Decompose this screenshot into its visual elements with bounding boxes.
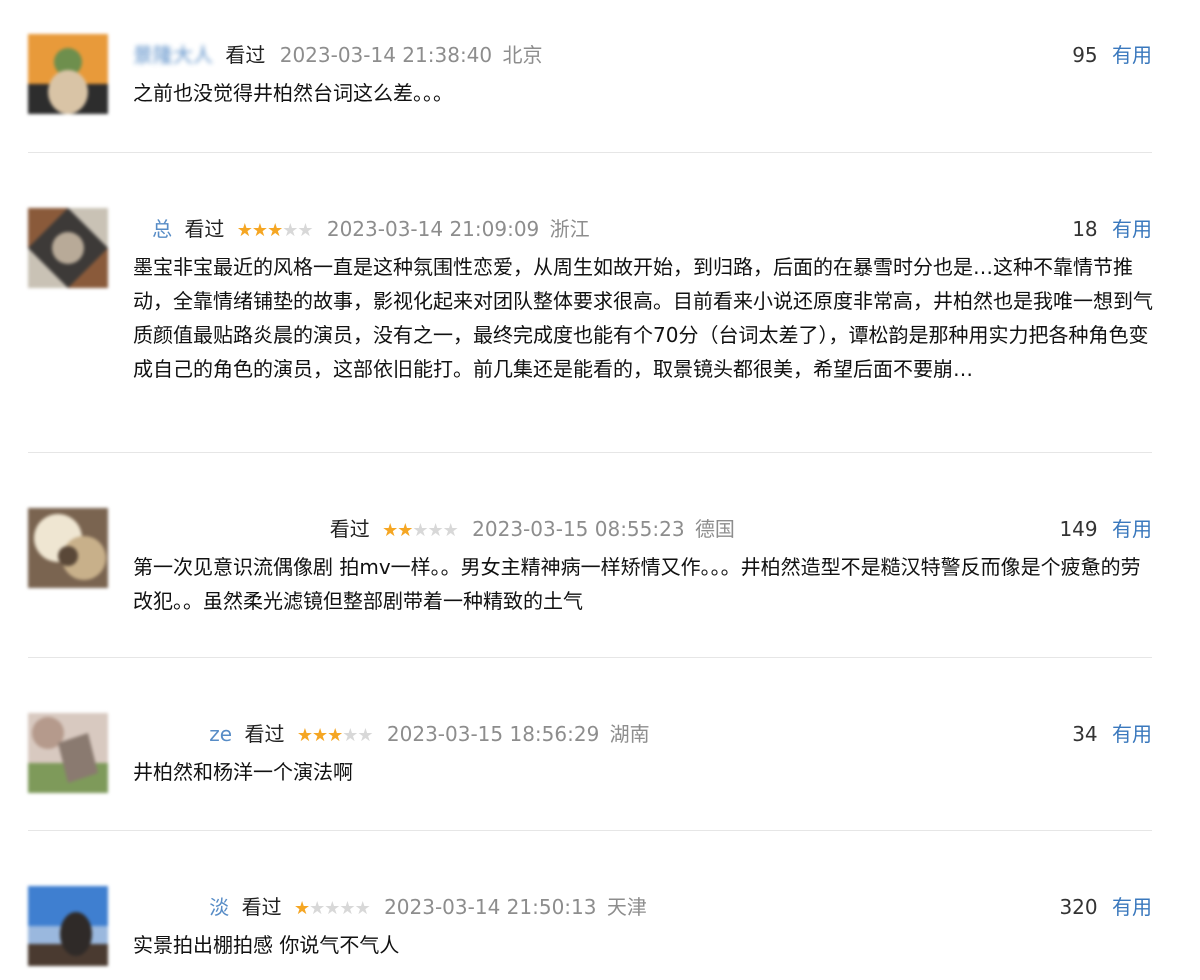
comment-text: 第一次见意识流偶像剧 拍mv一样。。男女主精神病一样矫情又作。。。井柏然造型不是… xyxy=(133,555,1141,613)
vote-count: 18 xyxy=(1072,217,1098,241)
vote-area: 149 有用 xyxy=(1059,512,1152,546)
comment-location: 浙江 xyxy=(549,217,590,241)
username-link[interactable]: 淡 xyxy=(133,895,229,919)
star-rating: ★★★★★ xyxy=(382,520,459,541)
user-avatar[interactable] xyxy=(28,713,108,793)
star-empty-icon: ★★★ xyxy=(412,520,458,541)
user-avatar[interactable] xyxy=(28,34,108,114)
star-rating: ★★★★★ xyxy=(236,220,314,241)
user-avatar[interactable] xyxy=(28,208,108,288)
comment-header: 淡 看过 ★★★★★ 2023-03-14 21:50:13 天津 xyxy=(133,890,1152,924)
vote-count: 34 xyxy=(1072,722,1098,746)
comment-location: 湖南 xyxy=(609,722,650,746)
useful-button[interactable]: 有用 xyxy=(1112,517,1152,541)
comment-header: ​ 总 看过 ★★★★★ 2023-03-14 21:09:09 浙江 xyxy=(133,212,1152,246)
comment-timestamp: 2023-03-14 21:50:13 xyxy=(384,895,597,919)
divider xyxy=(28,152,1152,153)
star-empty-icon: ★★ xyxy=(282,220,313,241)
username-link[interactable]: 景隆大人 xyxy=(133,43,213,67)
comment-location: 德国 xyxy=(694,517,735,541)
comment-text: 墨宝非宝最近的风格一直是这种氛围性恋爱，从周生如故开始，到归路，后面的在暴雪时分… xyxy=(133,255,1153,381)
vote-area: 34 有用 xyxy=(1072,717,1152,751)
comment-list: 景隆大人 看过 2023-03-14 21:38:40 北京 95 有用 之前也… xyxy=(0,0,1200,980)
star-filled-icon: ★★★ xyxy=(236,220,283,241)
vote-count: 320 xyxy=(1059,895,1098,919)
watch-status: 看过 xyxy=(244,722,285,746)
vote-count: 149 xyxy=(1059,517,1098,541)
vote-area: 18 有用 xyxy=(1072,212,1152,246)
star-filled-icon: ★★ xyxy=(382,520,413,541)
comment-text: 之前也没觉得井柏然台词这么差。。。 xyxy=(133,81,453,105)
comment-timestamp: 2023-03-15 18:56:29 xyxy=(386,722,600,746)
useful-button[interactable]: 有用 xyxy=(1112,722,1152,746)
comment-text: 实景拍出棚拍感 你说气不气人 xyxy=(133,933,400,957)
divider xyxy=(28,830,1152,831)
username-link[interactable]: ​ 总 xyxy=(133,217,172,241)
comment-header: 看过 ★★★★★ 2023-03-15 08:55:23 德国 xyxy=(133,512,1152,546)
star-filled-icon: ★★★ xyxy=(296,725,343,746)
divider xyxy=(28,452,1152,453)
comment-timestamp: 2023-03-14 21:09:09 xyxy=(326,217,540,241)
useful-button[interactable]: 有用 xyxy=(1112,895,1152,919)
star-filled-icon: ★ xyxy=(294,898,310,919)
username-link[interactable]: ze xyxy=(133,722,232,746)
star-empty-icon: ★★★★ xyxy=(309,898,371,919)
watch-status: 看过 xyxy=(184,217,225,241)
star-empty-icon: ★★ xyxy=(342,725,373,746)
watch-status: 看过 xyxy=(241,895,282,919)
comment-location: 天津 xyxy=(606,895,647,919)
comment-header: 景隆大人 看过 2023-03-14 21:38:40 北京 xyxy=(133,38,1152,72)
user-avatar[interactable] xyxy=(28,508,108,588)
divider xyxy=(28,657,1152,658)
star-rating: ★★★★★ xyxy=(294,898,371,919)
comment-timestamp: 2023-03-15 08:55:23 xyxy=(472,517,685,541)
comment-timestamp: 2023-03-14 21:38:40 xyxy=(279,43,493,67)
useful-button[interactable]: 有用 xyxy=(1112,217,1152,241)
comment-location: 北京 xyxy=(502,43,543,67)
star-rating: ★★★★★ xyxy=(296,725,374,746)
comment-text: 井柏然和杨洋一个演法啊 xyxy=(133,760,353,784)
user-avatar[interactable] xyxy=(28,886,108,966)
vote-count: 95 xyxy=(1072,43,1098,67)
vote-area: 95 有用 xyxy=(1072,38,1152,72)
comment-header: ze 看过 ★★★★★ 2023-03-15 18:56:29 湖南 xyxy=(133,717,1152,751)
vote-area: 320 有用 xyxy=(1059,890,1152,924)
username-link[interactable] xyxy=(133,517,317,541)
watch-status: 看过 xyxy=(329,517,370,541)
watch-status: 看过 xyxy=(225,43,266,67)
useful-button[interactable]: 有用 xyxy=(1112,43,1152,67)
